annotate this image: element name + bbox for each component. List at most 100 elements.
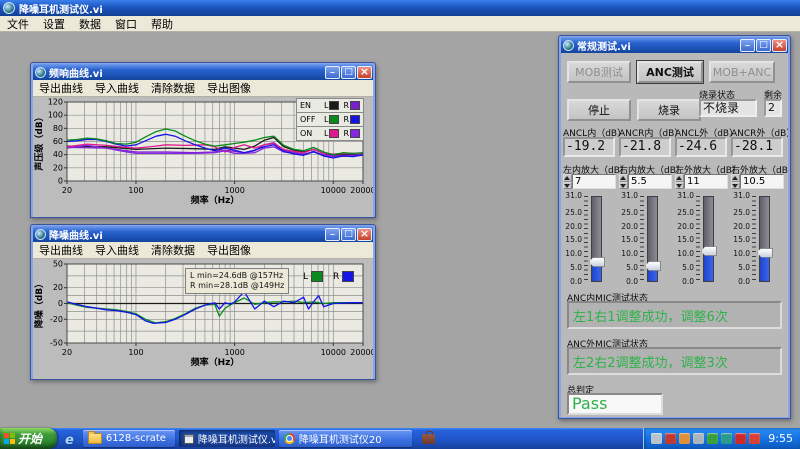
svg-text:1000: 1000 xyxy=(224,348,244,357)
tray-icon-red[interactable] xyxy=(735,433,746,444)
gain-slider-right-out[interactable]: 31.025.020.015.010.05.00.0 xyxy=(731,191,783,287)
svg-text:20000: 20000 xyxy=(350,348,373,357)
tray-icon-teal[interactable] xyxy=(721,433,732,444)
tray-icon-user[interactable] xyxy=(679,433,690,444)
minimize-icon[interactable] xyxy=(325,228,340,241)
stepper-arrows-icon[interactable] xyxy=(731,174,740,189)
main-window-title: 降噪耳机测试仪.vi xyxy=(19,1,103,16)
stop-button[interactable]: 停止 xyxy=(567,99,631,121)
slider-scale-label: 5.0 xyxy=(626,264,638,272)
tray-icon-display[interactable] xyxy=(651,433,662,444)
legend-text: R xyxy=(343,101,349,110)
annotation-line-r: R min=28.1dB @149Hz xyxy=(190,281,284,291)
menu-clear-data[interactable]: 清除数据 xyxy=(145,80,201,96)
gain-stepper-left-out: 11 xyxy=(675,174,728,189)
tray-icon-gray[interactable] xyxy=(693,433,704,444)
vi-window-icon xyxy=(35,229,46,240)
legend-text: L xyxy=(303,272,308,282)
menu-file[interactable]: 文件 xyxy=(0,16,36,32)
mob-anc-test-button[interactable]: MOB+ANC xyxy=(709,61,775,83)
svg-text:50: 50 xyxy=(53,260,63,269)
menu-settings[interactable]: 设置 xyxy=(36,16,72,32)
gain-input-right-out[interactable]: 10.5 xyxy=(740,174,784,189)
maximize-icon[interactable] xyxy=(756,39,771,52)
menu-export-image[interactable]: 导出图像 xyxy=(201,80,257,96)
system-tray: 9:55 xyxy=(643,428,800,449)
window-controls xyxy=(324,228,372,241)
taskbar: 开始 e 6128-scrate 降噪耳机测试仪.vi 降噪耳机测试仪20 9:… xyxy=(0,428,800,449)
meter-ancr-in: -21.8 xyxy=(619,137,671,157)
svg-text:频率（Hz）: 频率（Hz） xyxy=(191,194,240,206)
stepper-arrows-icon[interactable] xyxy=(675,174,684,189)
slider-scale-label: 15.0 xyxy=(621,236,638,244)
svg-text:0: 0 xyxy=(58,177,63,186)
maximize-icon[interactable] xyxy=(341,66,356,79)
legend-swatch xyxy=(350,129,360,138)
slider-track[interactable] xyxy=(591,196,602,282)
svg-text:-50: -50 xyxy=(50,339,63,348)
slider-track[interactable] xyxy=(647,196,658,282)
menu-data[interactable]: 数据 xyxy=(72,16,108,32)
tray-icon-red-blue[interactable] xyxy=(665,433,676,444)
stepper-arrows-icon[interactable] xyxy=(563,174,572,189)
slider-track[interactable] xyxy=(759,196,770,282)
close-icon[interactable] xyxy=(357,66,372,79)
gain-slider-left-in[interactable]: 31.025.020.015.010.05.00.0 xyxy=(563,191,615,287)
taskbar-item-tester-vi[interactable]: 降噪耳机测试仪.vi xyxy=(179,430,275,447)
anc-test-button[interactable]: ANC测试 xyxy=(637,61,703,83)
close-icon[interactable] xyxy=(772,39,787,52)
menu-export-curve[interactable]: 导出曲线 xyxy=(33,242,89,258)
svg-text:100: 100 xyxy=(128,348,143,357)
stepper-arrows-icon[interactable] xyxy=(619,174,628,189)
freq-window-titlebar[interactable]: 频响曲线.vi xyxy=(33,64,373,80)
gain-stepper-right-in: 5.5 xyxy=(619,174,672,189)
slider-scale-label: 5.0 xyxy=(570,264,582,272)
svg-text:100: 100 xyxy=(48,111,63,120)
control-window-titlebar[interactable]: 常规测试.vi xyxy=(561,37,788,53)
slider-scale-label: 0.0 xyxy=(626,278,638,286)
close-icon[interactable] xyxy=(357,228,372,241)
menu-window[interactable]: 窗口 xyxy=(108,16,144,32)
taskbar-item-folder[interactable]: 6128-scrate xyxy=(83,430,175,447)
tray-icon-orange[interactable] xyxy=(749,433,760,444)
nr-chart-legend: LR xyxy=(299,271,360,282)
slider-track[interactable] xyxy=(703,196,714,282)
minimize-icon[interactable] xyxy=(740,39,755,52)
slider-scale-label: 5.0 xyxy=(738,264,750,272)
menu-import-curve[interactable]: 导入曲线 xyxy=(89,242,145,258)
internet-explorer-icon[interactable]: e xyxy=(65,433,74,448)
main-window-titlebar: 降噪耳机测试仪.vi xyxy=(0,0,800,16)
briefcase-icon[interactable] xyxy=(422,434,435,444)
gain-input-left-out[interactable]: 11 xyxy=(684,174,728,189)
svg-text:频率（Hz）: 频率（Hz） xyxy=(191,356,240,368)
menu-clear-data[interactable]: 清除数据 xyxy=(145,242,201,258)
gain-slider-left-out[interactable]: 31.025.020.015.010.05.00.0 xyxy=(675,191,727,287)
svg-text:20: 20 xyxy=(53,163,63,172)
nr-window-titlebar[interactable]: 降噪曲线.vi xyxy=(33,226,373,242)
svg-text:20: 20 xyxy=(62,348,72,357)
start-button[interactable]: 开始 xyxy=(0,428,57,449)
slider-scale-label: 0.0 xyxy=(570,278,582,286)
slider-scale-label: 10.0 xyxy=(677,250,694,258)
legend-swatch xyxy=(350,101,360,110)
minimize-icon[interactable] xyxy=(325,66,340,79)
legend-text: ON xyxy=(300,129,320,138)
start-button-label: 开始 xyxy=(18,430,42,447)
taskbar-item-browser[interactable]: 降噪耳机测试仪20 xyxy=(279,430,412,447)
slider-scale-label: 25.0 xyxy=(733,209,750,217)
legend-row-off: OFFLR xyxy=(297,112,363,126)
remaining-field[interactable]: 2 xyxy=(764,99,782,117)
tray-icon-green[interactable] xyxy=(707,433,718,444)
menu-import-curve[interactable]: 导入曲线 xyxy=(89,80,145,96)
burn-button[interactable]: 烧录 xyxy=(637,99,701,121)
menu-export-curve[interactable]: 导出曲线 xyxy=(33,80,89,96)
menu-help[interactable]: 帮助 xyxy=(144,16,180,32)
menu-export-image[interactable]: 导出图像 xyxy=(201,242,257,258)
gain-input-left-in[interactable]: 7 xyxy=(572,174,616,189)
gain-input-right-in[interactable]: 5.5 xyxy=(628,174,672,189)
gain-slider-right-in[interactable]: 31.025.020.015.010.05.00.0 xyxy=(619,191,671,287)
test-panel: MOB测试 ANC测试 MOB+ANC 烧录状态 剩余 停止 烧录 不烧录 2 … xyxy=(561,53,788,417)
mob-test-button[interactable]: MOB测试 xyxy=(567,61,631,83)
maximize-icon[interactable] xyxy=(341,228,356,241)
slider-scale-label: 31.0 xyxy=(565,192,582,200)
